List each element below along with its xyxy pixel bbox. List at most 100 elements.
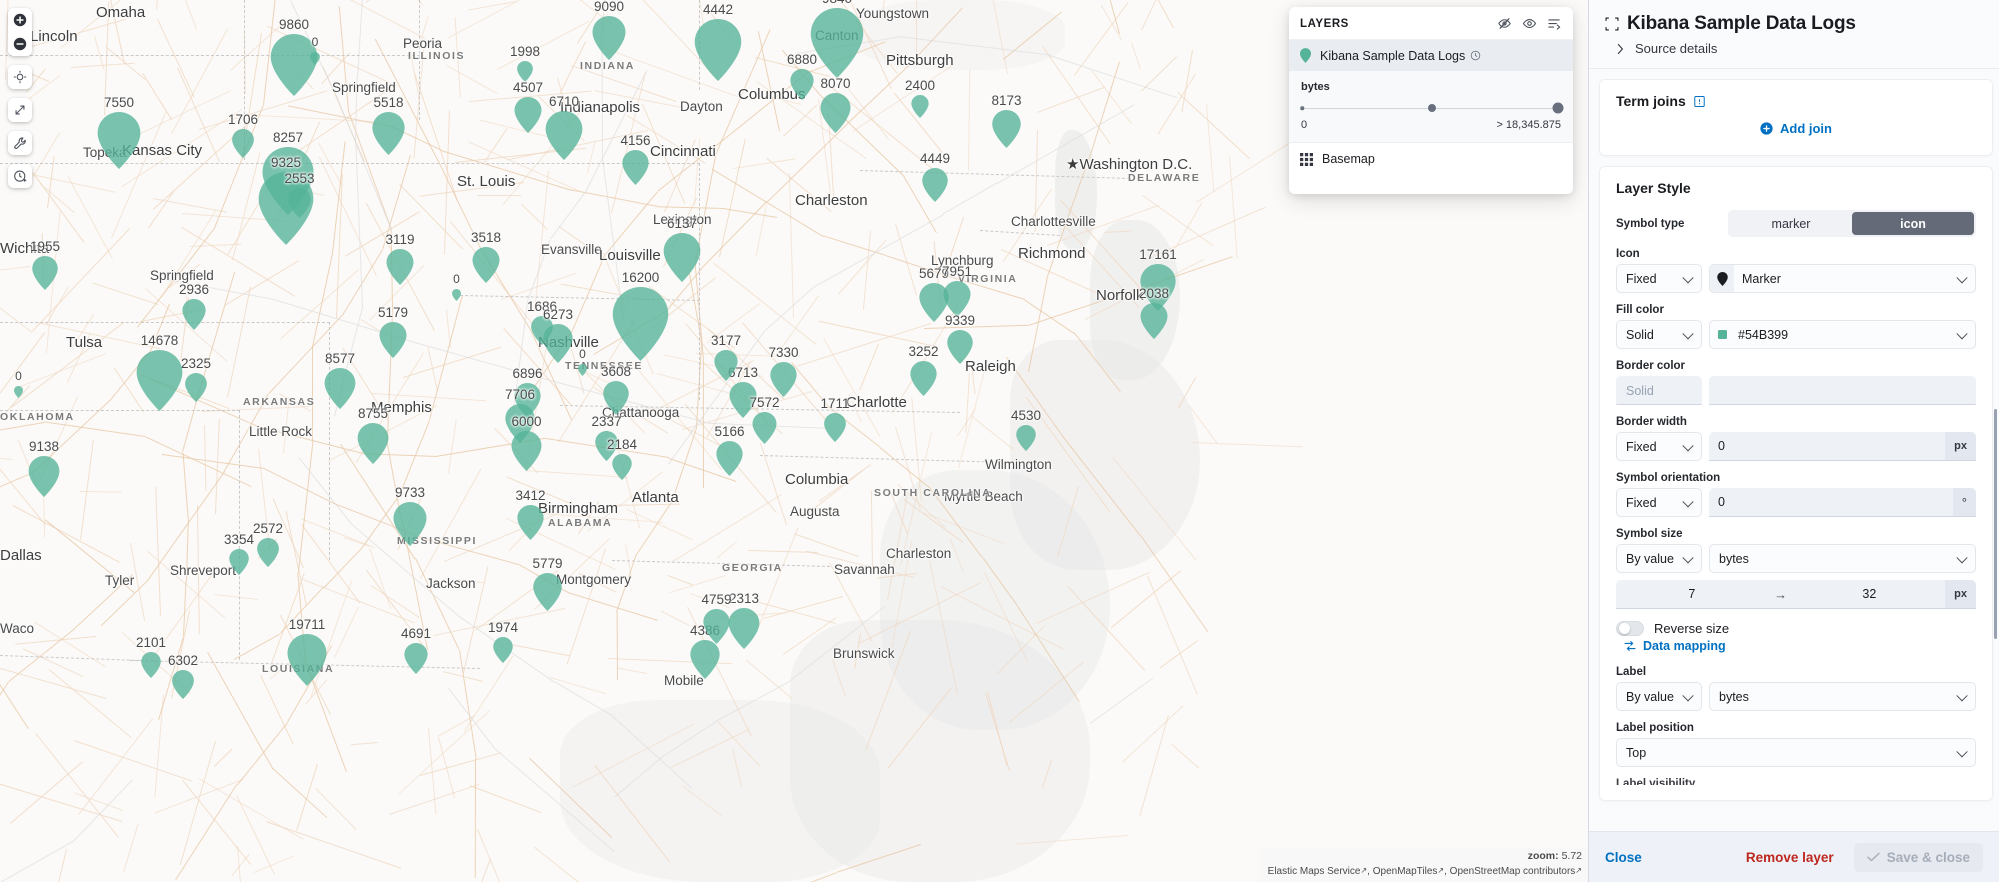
- symbol-type-marker-button[interactable]: marker: [1730, 212, 1852, 235]
- vector-layer-icon: [1605, 17, 1619, 31]
- attribution-ems-link[interactable]: Elastic Maps Service: [1268, 866, 1361, 877]
- border-color-controls: Solid: [1616, 376, 1976, 405]
- symbol-size-range-inputs[interactable]: 7 → 32 px: [1616, 580, 1976, 609]
- map-state-border: [419, 0, 420, 120]
- color-swatch: [1717, 330, 1727, 339]
- layer-style-card: Layer Style Symbol type marker icon Icon…: [1599, 166, 1993, 801]
- icon-mode-select[interactable]: Fixed: [1616, 264, 1702, 293]
- source-details-accordion[interactable]: Source details: [1616, 41, 1983, 56]
- fill-color-controls: Solid #54B399: [1616, 320, 1976, 349]
- map-settings-button[interactable]: [8, 131, 32, 155]
- legend-ramp-dot-max: [1552, 102, 1564, 114]
- symbol-orientation-input[interactable]: 0: [1709, 488, 1953, 516]
- attribution-ems-label: Elastic Maps Service: [1267, 865, 1361, 877]
- border-color-mode-input[interactable]: Solid: [1616, 376, 1702, 405]
- symbol-orientation-mode-select[interactable]: Fixed: [1616, 488, 1702, 517]
- border-width-unit: px: [1945, 432, 1976, 460]
- symbol-type-row: Symbol type marker icon: [1616, 210, 1976, 237]
- fit-to-data-button[interactable]: [8, 65, 32, 89]
- border-width-input-wrap[interactable]: 0 px: [1709, 432, 1976, 461]
- icon-value-select[interactable]: Marker: [1709, 264, 1976, 293]
- layer-settings-flyout[interactable]: Kibana Sample Data Logs Source details T…: [1588, 0, 1999, 882]
- zoom-level-readout: zoom: 5.72: [1268, 849, 1582, 864]
- map-state-border: [0, 322, 330, 323]
- attribution-omt-link[interactable]: OpenMapTiles: [1373, 866, 1438, 877]
- border-color-label: Border color: [1616, 360, 1686, 372]
- border-width-input[interactable]: 0: [1709, 432, 1945, 460]
- data-mapping-button[interactable]: Data mapping: [1624, 639, 1976, 653]
- fill-color-label: Fill color: [1616, 304, 1664, 316]
- eye-icon[interactable]: [1522, 16, 1537, 31]
- border-color-value-input[interactable]: [1709, 376, 1976, 405]
- layer-name-text: Kibana Sample Data Logs: [1320, 48, 1466, 63]
- symbol-orientation-label: Symbol orientation: [1616, 472, 1721, 484]
- icon-controls: Fixed Marker: [1616, 264, 1976, 293]
- term-joins-card: Term joins Add join: [1599, 79, 1993, 156]
- symbol-orientation-input-wrap[interactable]: 0 °: [1709, 488, 1976, 517]
- zoom-controls: [8, 8, 32, 56]
- timeslider-button[interactable]: [8, 164, 32, 188]
- reverse-size-toggle[interactable]: [1616, 621, 1644, 636]
- symbol-type-label: Symbol type: [1616, 217, 1685, 230]
- icon-preview-box: [1710, 265, 1734, 292]
- layer-style-title: Layer Style: [1616, 180, 1691, 196]
- layers-panel-title: LAYERS: [1300, 17, 1349, 30]
- attribution-osm-link[interactable]: OpenStreetMap contributors: [1450, 866, 1576, 877]
- eye-slash-icon[interactable]: [1497, 16, 1512, 31]
- symbol-size-unit: px: [1945, 580, 1976, 608]
- symbol-type-button-group[interactable]: marker icon: [1728, 210, 1976, 237]
- map-toolbar: [8, 8, 32, 188]
- info-tooltip-icon[interactable]: [1693, 95, 1706, 108]
- fill-color-value-select[interactable]: #54B399: [1709, 320, 1976, 349]
- map-state-border: [699, 163, 700, 400]
- remove-layer-button[interactable]: Remove layer: [1746, 850, 1834, 865]
- measure-distance-button[interactable]: [8, 98, 32, 122]
- page-title: Kibana Sample Data Logs: [1627, 13, 1856, 34]
- border-color-mode-placeholder: Solid: [1626, 383, 1654, 398]
- legend-max-value: > 18,345.875: [1496, 119, 1561, 131]
- zoom-out-button[interactable]: [8, 32, 32, 56]
- layer-list-item[interactable]: Kibana Sample Data Logs: [1289, 40, 1573, 71]
- zoom-in-button[interactable]: [8, 8, 32, 32]
- layer-list-item-basemap[interactable]: Basemap: [1289, 143, 1573, 175]
- label-mode-select[interactable]: By value: [1616, 682, 1702, 711]
- check-icon: [1866, 852, 1880, 862]
- legend-range: 0 > 18,345.875: [1301, 119, 1561, 131]
- border-width-mode-select[interactable]: Fixed: [1616, 432, 1702, 461]
- map-water-shape: [560, 700, 880, 882]
- map-state-border: [329, 322, 330, 560]
- zoom-label: zoom:: [1527, 850, 1559, 863]
- symbol-orientation-field-group: Symbol orientation Fixed 0 °: [1616, 472, 1976, 517]
- map-state-border: [239, 410, 240, 660]
- sort-layers-icon[interactable]: [1547, 16, 1562, 31]
- symbol-size-max-input[interactable]: 32: [1794, 580, 1946, 608]
- symbol-size-min-input[interactable]: 7: [1616, 580, 1768, 608]
- next-field-label-cutoff: Label visibility: [1616, 778, 1696, 785]
- flyout-body[interactable]: Term joins Add join Layer Style Symbol t…: [1589, 69, 1999, 831]
- fill-color-field-group: Fill color Solid #54B399: [1616, 304, 1976, 349]
- label-field-value: bytes: [1719, 689, 1749, 704]
- legend-field-label: bytes: [1301, 81, 1330, 93]
- symbol-type-icon-button[interactable]: icon: [1852, 212, 1974, 235]
- label-field-group: Label By value bytes: [1616, 666, 1976, 711]
- data-mapping-label: Data mapping: [1643, 639, 1726, 653]
- map-state-border: [699, 0, 700, 90]
- fill-color-swatch-box: [1710, 321, 1734, 348]
- symbol-size-field-select[interactable]: bytes: [1709, 544, 1976, 573]
- legend-ramp-dot-mid: [1428, 104, 1437, 112]
- border-width-mode-value: Fixed: [1626, 439, 1657, 454]
- symbol-size-mode-select[interactable]: By value: [1616, 544, 1702, 573]
- map-state-border: [0, 163, 700, 164]
- plus-circle-icon: [1760, 122, 1773, 135]
- legend-size-ramp: [1300, 102, 1564, 114]
- layers-panel[interactable]: LAYERS Kibana Sample Data Logs bytes 0 >…: [1289, 7, 1573, 194]
- flyout-scrollbar[interactable]: [1994, 409, 1997, 639]
- attribution-omt-label: OpenMapTiles: [1372, 865, 1438, 877]
- close-button[interactable]: Close: [1605, 850, 1642, 865]
- label-field-select[interactable]: bytes: [1709, 682, 1976, 711]
- save-and-close-button[interactable]: Save & close: [1853, 842, 1983, 872]
- fill-color-mode-select[interactable]: Solid: [1616, 320, 1702, 349]
- add-join-button[interactable]: Add join: [1760, 121, 1832, 136]
- label-position-select[interactable]: Top: [1616, 738, 1976, 767]
- save-and-close-label: Save & close: [1886, 849, 1970, 865]
